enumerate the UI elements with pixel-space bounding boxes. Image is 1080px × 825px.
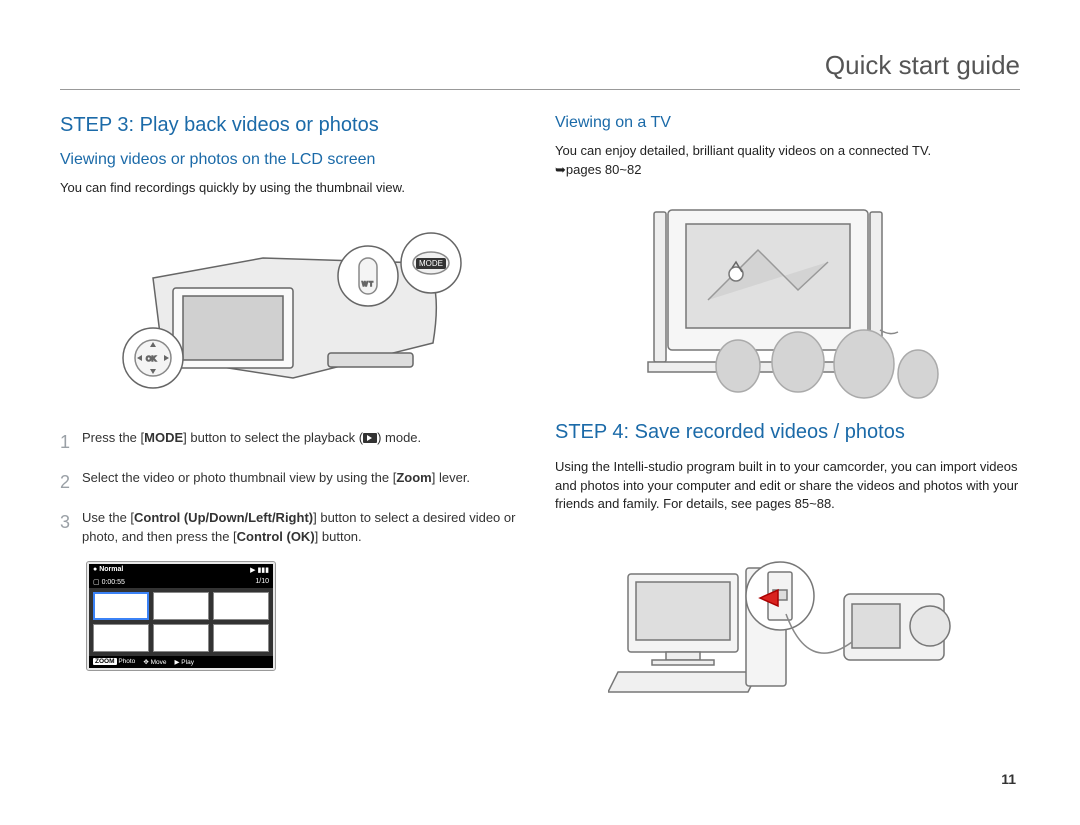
step-list: 1 Press the [MODE] button to select the … <box>60 429 525 547</box>
header-title: Quick start guide <box>825 50 1020 80</box>
step4-body: Using the Intelli-studio program built i… <box>555 458 1020 515</box>
computer-illustration <box>555 524 1020 709</box>
step3-heading: STEP 3: Play back videos or photos <box>60 114 525 137</box>
tv-illustration <box>555 190 1020 405</box>
camcorder-illustration: W T OK MODE <box>60 208 525 413</box>
tv-subheading: Viewing on a TV <box>555 114 1020 132</box>
page-number: 11 <box>1001 771 1016 787</box>
step-item-1: 1 Press the [MODE] button to select the … <box>60 429 525 455</box>
page-header: Quick start guide <box>60 50 1020 90</box>
thumbnail-cell <box>213 624 269 652</box>
left-column: STEP 3: Play back videos or photos Viewi… <box>60 114 525 725</box>
svg-text:W T: W T <box>362 282 373 288</box>
step-item-3: 3 Use the [Control (Up/Down/Left/Right)]… <box>60 509 525 547</box>
lcd-subheading: Viewing videos or photos on the LCD scre… <box>60 151 525 169</box>
step4-heading: STEP 4: Save recorded videos / photos <box>555 421 1020 444</box>
thumbnail-screenshot: ● Normal ▶ ▮▮▮ ▢ 0:00:55 1/10 <box>86 561 525 671</box>
thumbnail-cell <box>93 624 149 652</box>
tv-intro: You can enjoy detailed, brilliant qualit… <box>555 142 1020 180</box>
step-item-2: 2 Select the video or photo thumbnail vi… <box>60 469 525 495</box>
thumbnail-cell <box>153 592 209 620</box>
thumbnail-cell <box>93 592 149 620</box>
step-number: 2 <box>60 469 82 495</box>
playback-icon <box>363 433 377 443</box>
step-number: 1 <box>60 429 82 455</box>
svg-text:OK: OK <box>146 356 156 363</box>
thumbnail-cell <box>153 624 209 652</box>
lcd-intro: You can find recordings quickly by using… <box>60 179 525 198</box>
mode-label-in-svg: MODE <box>419 259 443 268</box>
right-column: Viewing on a TV You can enjoy detailed, … <box>555 114 1020 725</box>
step-number: 3 <box>60 509 82 535</box>
thumbnail-cell <box>213 592 269 620</box>
